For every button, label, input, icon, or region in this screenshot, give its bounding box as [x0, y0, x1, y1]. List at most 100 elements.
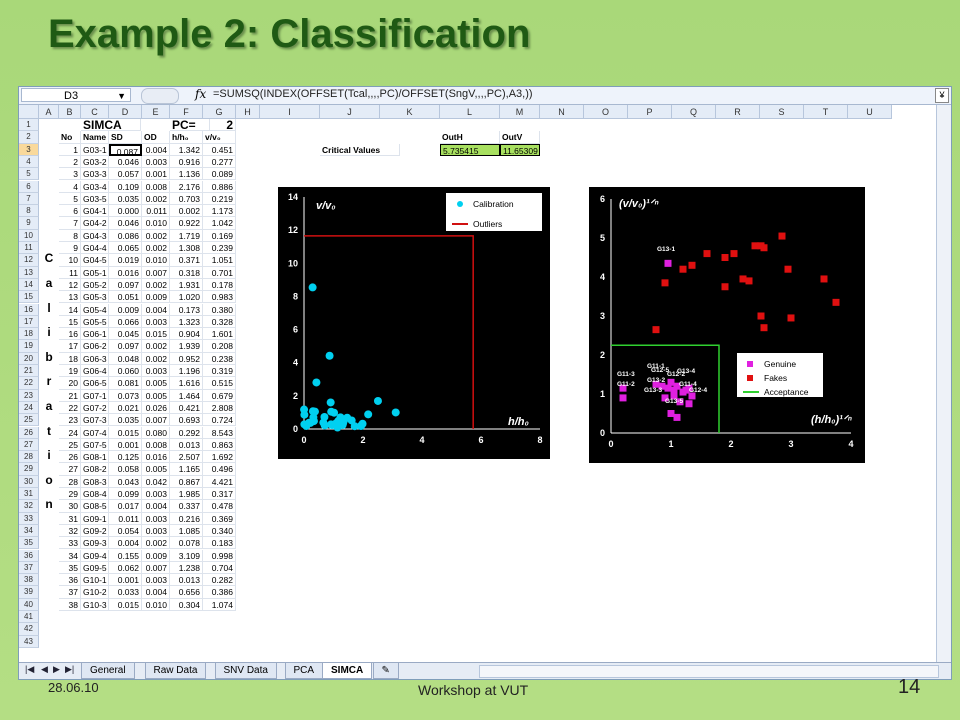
column-header[interactable]: T	[804, 105, 848, 119]
table-cell[interactable]: 0.003	[142, 155, 170, 169]
table-cell[interactable]: 0.015	[109, 426, 142, 439]
table-cell[interactable]: 0.867	[170, 475, 203, 488]
sheet-tab-pca[interactable]: PCA	[284, 663, 324, 679]
table-cell[interactable]: G04-1	[81, 205, 109, 218]
table-cell[interactable]: 0.703	[170, 192, 203, 206]
row-header[interactable]: 34	[19, 524, 39, 538]
row-header[interactable]: 18	[19, 328, 39, 341]
table-cell[interactable]: 0.656	[170, 586, 203, 599]
sheet-tab-snv-data[interactable]: SNV Data	[214, 663, 277, 679]
table-cell[interactable]: 0.003	[142, 365, 170, 378]
table-cell[interactable]: 0.169	[203, 229, 236, 242]
table-cell[interactable]: 0.478	[203, 500, 236, 513]
table-cell[interactable]: 0.004	[142, 586, 170, 599]
table-cell[interactable]: 1.074	[203, 598, 236, 611]
sheet-tab-general[interactable]: General	[81, 663, 135, 679]
table-cell[interactable]: 1.308	[170, 242, 203, 255]
table-cell[interactable]: 1.985	[170, 488, 203, 501]
table-cell[interactable]: G07-3	[81, 414, 109, 427]
table-cell[interactable]: 0.021	[109, 401, 142, 415]
table-cell[interactable]: 0.011	[142, 205, 170, 218]
table-cell[interactable]: 0.369	[203, 512, 236, 525]
row-header[interactable]: 23	[19, 389, 39, 402]
table-cell[interactable]: 0.008	[142, 438, 170, 452]
table-cell[interactable]: 0.003	[142, 574, 170, 587]
table-cell[interactable]: G03-2	[81, 155, 109, 169]
table-cell[interactable]: 0.216	[170, 512, 203, 525]
table-cell[interactable]: 1.165	[170, 463, 203, 476]
row-header[interactable]: 38	[19, 574, 39, 587]
table-cell[interactable]: 24	[59, 426, 81, 439]
table-cell[interactable]: 0.125	[109, 451, 142, 464]
table-cell[interactable]: 0.011	[109, 512, 142, 525]
table-cell[interactable]: 5	[59, 192, 81, 206]
table-cell[interactable]: 1.085	[170, 524, 203, 538]
table-cell[interactable]: 0.173	[170, 303, 203, 316]
table-cell[interactable]: G08-2	[81, 463, 109, 476]
horizontal-scrollbar[interactable]	[479, 665, 939, 678]
table-cell[interactable]: 8.543	[203, 426, 236, 439]
table-cell[interactable]: G05-1	[81, 266, 109, 279]
table-cell[interactable]: 12	[59, 278, 81, 292]
table-cell[interactable]: 1.931	[170, 278, 203, 292]
table-cell[interactable]: 0.282	[203, 574, 236, 587]
row-header[interactable]: 29	[19, 463, 39, 476]
table-cell[interactable]: 0.010	[142, 598, 170, 611]
sheet-tab-simca[interactable]: SIMCA	[322, 663, 373, 679]
row-header[interactable]: 1	[19, 119, 39, 132]
table-cell[interactable]: 0.337	[170, 500, 203, 513]
sheet-title[interactable]: SIMCA	[81, 119, 141, 132]
table-cell[interactable]: 0.983	[203, 291, 236, 304]
table-cell[interactable]: 0.001	[142, 168, 170, 181]
table-cell[interactable]: 0.886	[203, 180, 236, 193]
table-cell[interactable]: G10-3	[81, 598, 109, 611]
table-cell[interactable]: G08-3	[81, 475, 109, 488]
row-header[interactable]: 37	[19, 561, 39, 575]
table-cell[interactable]: 0.000	[109, 205, 142, 218]
table-cell[interactable]: 0.043	[109, 475, 142, 488]
table-cell[interactable]: 0.998	[203, 549, 236, 562]
column-title[interactable]: No	[59, 131, 81, 144]
table-cell[interactable]: 23	[59, 414, 81, 427]
table-cell[interactable]: G09-3	[81, 537, 109, 550]
table-cell[interactable]: 36	[59, 574, 81, 587]
table-cell[interactable]: 0.045	[109, 328, 142, 341]
table-cell[interactable]: 28	[59, 475, 81, 488]
table-cell[interactable]: 0.421	[170, 401, 203, 415]
row-header[interactable]: 39	[19, 586, 39, 599]
table-cell[interactable]: G04-2	[81, 217, 109, 230]
table-cell[interactable]: 0.017	[109, 500, 142, 513]
table-cell[interactable]: G09-5	[81, 561, 109, 575]
column-header[interactable]: D	[109, 105, 142, 119]
table-cell[interactable]: 0.155	[109, 549, 142, 562]
table-cell[interactable]: G09-2	[81, 524, 109, 538]
table-cell[interactable]: 1.136	[170, 168, 203, 181]
table-cell[interactable]: 27	[59, 463, 81, 476]
table-cell[interactable]: G08-1	[81, 451, 109, 464]
row-header[interactable]: 14	[19, 278, 39, 292]
table-cell[interactable]: 0.693	[170, 414, 203, 427]
table-cell[interactable]: 20	[59, 377, 81, 390]
column-header[interactable]: O	[584, 105, 628, 119]
select-all-corner[interactable]	[19, 105, 39, 119]
row-header[interactable]: 28	[19, 451, 39, 464]
column-title[interactable]: OD	[142, 131, 170, 144]
table-cell[interactable]: 10	[59, 254, 81, 267]
row-header[interactable]: 15	[19, 291, 39, 304]
table-cell[interactable]: 0.015	[109, 598, 142, 611]
row-header[interactable]: 30	[19, 475, 39, 488]
table-cell[interactable]: 30	[59, 500, 81, 513]
table-cell[interactable]: 38	[59, 598, 81, 611]
column-title[interactable]: Name	[81, 131, 109, 144]
table-cell[interactable]: G04-3	[81, 229, 109, 242]
table-cell[interactable]: 15	[59, 315, 81, 329]
table-cell[interactable]: 17	[59, 340, 81, 353]
table-cell[interactable]: 0.238	[203, 352, 236, 365]
table-cell[interactable]: 0.058	[109, 463, 142, 476]
table-cell[interactable]: 0.066	[109, 315, 142, 329]
column-header[interactable]: P	[628, 105, 672, 119]
table-cell[interactable]: 0.004	[142, 303, 170, 316]
table-cell[interactable]: 1.616	[170, 377, 203, 390]
table-cell[interactable]: 0.724	[203, 414, 236, 427]
table-cell[interactable]: 1.042	[203, 217, 236, 230]
